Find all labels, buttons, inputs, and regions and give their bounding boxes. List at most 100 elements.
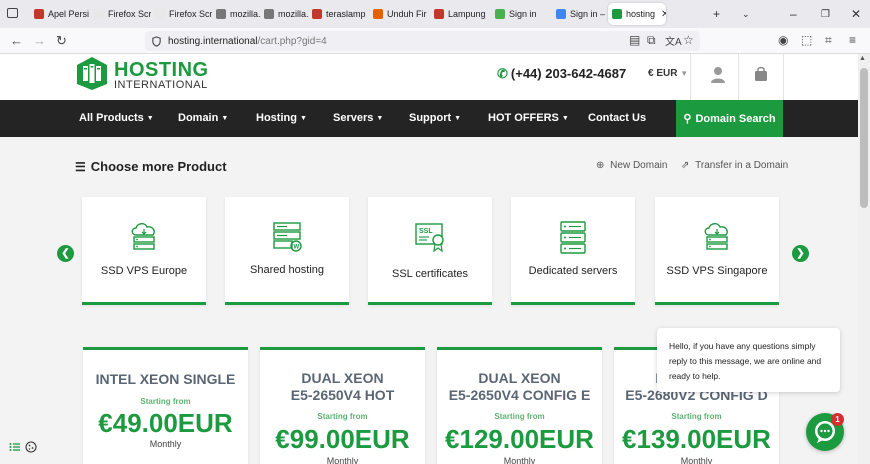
menu-item-all-products[interactable]: All Products ▼: [79, 112, 154, 124]
scroll-up-icon[interactable]: ▲: [859, 55, 866, 62]
plan-name: DUAL XEON: [301, 370, 384, 386]
tab-favicon-icon: [312, 9, 322, 19]
search-icon: ⚲: [683, 113, 692, 125]
plan-name-line2: E5-2650V4 HOT: [290, 387, 395, 403]
crop-icon[interactable]: ⌗: [825, 33, 832, 48]
accessibility-list-icon[interactable]: [9, 441, 21, 453]
browser-tab[interactable]: Sign in: [491, 0, 552, 28]
minimize-icon[interactable]: –: [790, 0, 797, 28]
close-tab-icon[interactable]: ✕: [661, 9, 666, 20]
user-icon[interactable]: [710, 66, 726, 83]
product-label: SSD VPS Singapore: [666, 265, 768, 277]
plan-card-dual-xeon-hot[interactable]: DUAL XEON E5-2650V4 HOT Starting from €9…: [260, 347, 425, 464]
tab-favicon-icon: [612, 9, 622, 19]
plan-starting-label: Starting from: [671, 412, 722, 421]
browser-tab[interactable]: Sign in – G: [552, 0, 608, 28]
menu-item-contact-us[interactable]: Contact Us: [588, 112, 646, 124]
chat-message-bubble[interactable]: Hello, if you have any questions simply …: [657, 328, 840, 392]
product-card-ssd-vps-europe[interactable]: SSD VPS Europe: [82, 197, 206, 305]
tab-label: Sign in – G: [570, 9, 608, 19]
bookmark-star-icon[interactable]: ☆: [683, 33, 694, 47]
domain-search-button[interactable]: ⚲ Domain Search: [676, 100, 783, 137]
product-label: SSD VPS Europe: [100, 265, 188, 277]
chat-unread-badge: 1: [831, 413, 844, 426]
tab-favicon-icon: [216, 9, 226, 19]
browser-tab[interactable]: Firefox Screen: [90, 0, 151, 28]
browser-nav-bar: ← → ↻ hosting.international/cart.php?gid…: [0, 28, 870, 54]
cloud-server-icon: [131, 223, 155, 250]
caret-down-icon: ▼: [221, 114, 229, 122]
reload-icon[interactable]: ↻: [56, 33, 67, 49]
main-menu: All Products ▼ Domain ▼ Hosting ▼ Servers ▼ Supp…: [0, 100, 858, 137]
tab-favicon-icon: [373, 9, 383, 19]
caret-down-icon: ▼: [376, 114, 384, 122]
chevron-right-icon: ❯: [796, 248, 805, 259]
phone-number[interactable]: ✆ (+44) 203-642-4687: [497, 66, 626, 82]
svg-text:SSL: SSL: [419, 228, 433, 235]
plan-name-line2: E5-2650V4 CONFIG E: [448, 387, 591, 403]
url-bar[interactable]: hosting.international/cart.php?gid=4: [145, 31, 700, 51]
new-tab-icon[interactable]: +: [713, 0, 720, 28]
browser-tab[interactable]: teraslamp: [308, 0, 369, 28]
browser-tab[interactable]: hosting ✕: [608, 3, 666, 25]
cookie-settings-icon[interactable]: [25, 441, 37, 453]
restore-icon[interactable]: ❐: [821, 0, 830, 28]
browser-tab[interactable]: mozilla.co: [260, 0, 308, 28]
close-window-icon[interactable]: ✕: [851, 0, 861, 28]
carousel-next-button[interactable]: ❯: [792, 245, 809, 262]
browser-tab[interactable]: Apel Persi: [30, 0, 90, 28]
plan-price: €49.00EUR: [98, 408, 233, 438]
account-icon[interactable]: ◉: [778, 33, 788, 47]
browser-tab[interactable]: mozilla.co: [212, 0, 260, 28]
plan-period: Monthly: [503, 456, 536, 464]
tab-label: teraslamp: [326, 9, 366, 19]
product-card-shared-hosting[interactable]: W Shared hosting: [225, 197, 349, 305]
scrollbar-thumb[interactable]: [860, 68, 868, 208]
forward-icon[interactable]: →: [33, 33, 46, 48]
url-host: hosting.international: [168, 35, 258, 47]
new-domain-link[interactable]: ⊕ New Domain: [596, 160, 667, 171]
site-header: HOSTING INTERNATIONAL ✆ (+44) 203-642-468…: [0, 54, 858, 100]
chevron-left-icon: ❮: [61, 248, 70, 259]
cart-icon[interactable]: [754, 66, 768, 81]
menu-item-hot-offers[interactable]: HOT OFFERS ▼: [488, 112, 569, 124]
product-card-ssl-certificates[interactable]: SSL SSL certificates: [368, 197, 492, 305]
plan-starting-label: Starting from: [317, 412, 368, 421]
svg-text:W: W: [294, 245, 300, 251]
menu-item-domain[interactable]: Domain ▼: [178, 112, 228, 124]
tab-label: mozilla.co: [230, 9, 260, 19]
tab-list-icon[interactable]: [7, 8, 18, 18]
plan-card-intel-xeon-single[interactable]: INTEL XEON SINGLE Starting from €49.00EU…: [83, 347, 248, 464]
carousel-prev-button[interactable]: ❮: [57, 245, 74, 262]
tab-favicon-icon: [34, 9, 44, 19]
back-icon[interactable]: ←: [10, 33, 23, 48]
browser-tab[interactable]: Lampung: [430, 0, 491, 28]
screenshot-icon[interactable]: ⧉: [647, 33, 656, 48]
caret-down-icon: ▼: [561, 114, 569, 122]
logo-subtitle[interactable]: INTERNATIONAL: [114, 79, 208, 91]
reader-view-icon[interactable]: ▤: [629, 33, 640, 47]
tab-dropdown-icon[interactable]: ⌄: [742, 0, 750, 28]
transfer-domain-link[interactable]: ⇗ Transfer in a Domain: [681, 160, 788, 171]
tab-favicon-icon: [94, 9, 104, 19]
translate-icon[interactable]: 文A: [665, 33, 682, 48]
product-card-dedicated-servers[interactable]: Dedicated servers: [511, 197, 635, 305]
caret-down-icon: ▼: [680, 69, 689, 78]
page-info-icon[interactable]: [151, 35, 162, 47]
browser-tab[interactable]: Unduh Fir: [369, 0, 430, 28]
extensions-icon[interactable]: ⬚: [801, 33, 812, 47]
product-card-ssd-vps-singapore[interactable]: SSD VPS Singapore: [655, 197, 779, 305]
browser-tab[interactable]: Firefox Screen: [151, 0, 212, 28]
menu-item-servers[interactable]: Servers ▼: [333, 112, 383, 124]
plan-period: Monthly: [326, 456, 359, 464]
menu-icon[interactable]: ≡: [849, 33, 856, 47]
currency-selector[interactable]: € EUR ▼: [648, 68, 688, 79]
divider: [690, 54, 691, 100]
list-icon: ☰: [75, 159, 86, 174]
tab-label: hosting: [626, 9, 656, 19]
plan-card-dual-xeon-config-e[interactable]: DUAL XEON E5-2650V4 CONFIG E Starting fr…: [437, 347, 602, 464]
ssl-certificate-icon: SSL: [415, 223, 444, 253]
logo-icon[interactable]: [77, 57, 107, 90]
menu-item-hosting[interactable]: Hosting ▼: [256, 112, 307, 124]
menu-item-support[interactable]: Support ▼: [409, 112, 461, 124]
